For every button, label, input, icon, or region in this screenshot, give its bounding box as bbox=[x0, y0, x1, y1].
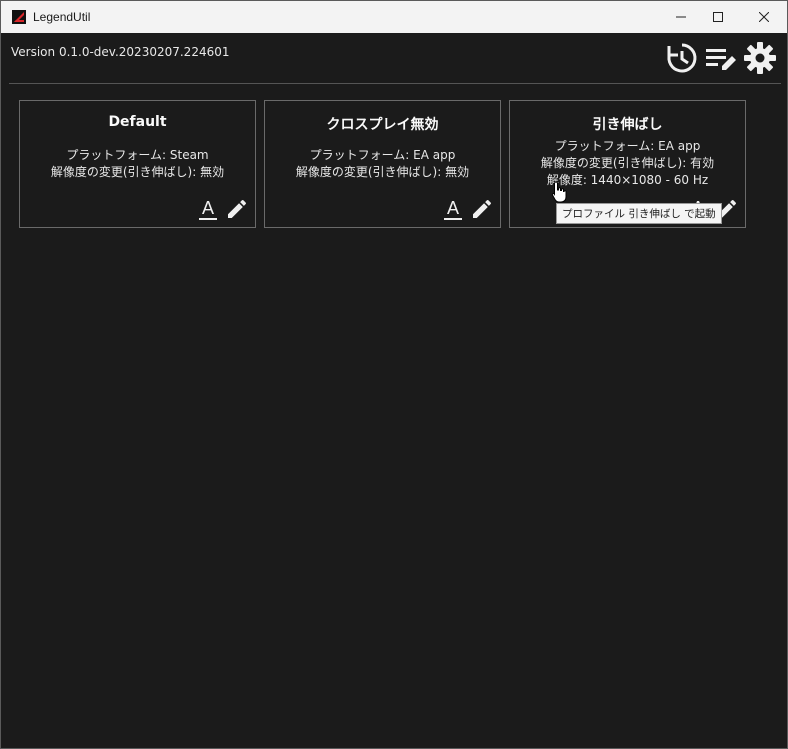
edit-pencil-icon[interactable] bbox=[225, 197, 249, 221]
minimize-button[interactable] bbox=[661, 1, 701, 33]
maximize-icon bbox=[713, 12, 723, 22]
close-icon bbox=[759, 12, 769, 22]
window-title: LegendUtil bbox=[33, 10, 91, 24]
settings-icon[interactable] bbox=[743, 41, 777, 75]
maximize-button[interactable] bbox=[698, 1, 738, 33]
rename-icon[interactable]: A bbox=[441, 197, 465, 221]
profile-title: クロスプレイ無効 bbox=[326, 117, 439, 133]
title-bar[interactable]: LegendUtil bbox=[1, 1, 787, 33]
profile-card-default[interactable]: Default プラットフォーム: Steam 解像度の変更(引き伸ばし): 無… bbox=[19, 100, 256, 228]
app-window: LegendUtil Version 0.1.0-dev.20230207.22… bbox=[0, 0, 788, 749]
header-divider bbox=[9, 83, 781, 84]
profile-stretch: 解像度の変更(引き伸ばし): 有効 bbox=[540, 156, 715, 170]
profile-stretch: 解像度の変更(引き伸ばし): 無効 bbox=[295, 165, 470, 179]
hand-cursor-icon bbox=[551, 181, 567, 203]
profile-title: Default bbox=[108, 114, 167, 130]
svg-text:A: A bbox=[447, 198, 459, 218]
app-logo-icon bbox=[12, 10, 26, 24]
launch-tooltip: プロファイル 引き伸ばし で起動 bbox=[556, 203, 722, 224]
profile-card-no-crossplay[interactable]: クロスプレイ無効 プラットフォーム: EA app 解像度の変更(引き伸ばし):… bbox=[264, 100, 501, 228]
edit-list-icon[interactable] bbox=[704, 41, 738, 75]
profile-stretch: 解像度の変更(引き伸ばし): 無効 bbox=[50, 165, 225, 179]
version-label: Version 0.1.0-dev.20230207.224601 bbox=[11, 45, 230, 59]
profile-resolution: 解像度: 1440×1080 - 60 Hz bbox=[546, 173, 709, 187]
profile-details: プラットフォーム: Steam 解像度の変更(引き伸ばし): 無効 bbox=[20, 147, 255, 181]
minimize-icon bbox=[676, 16, 686, 18]
edit-pencil-icon[interactable] bbox=[470, 197, 494, 221]
rename-icon[interactable]: A bbox=[196, 197, 220, 221]
profile-platform: プラットフォーム: EA app bbox=[554, 139, 701, 153]
profile-platform: プラットフォーム: Steam bbox=[66, 148, 209, 162]
profile-details: プラットフォーム: EA app 解像度の変更(引き伸ばし): 無効 bbox=[265, 147, 500, 181]
history-icon[interactable] bbox=[665, 41, 699, 75]
main-area: Version 0.1.0-dev.20230207.224601 Defaul… bbox=[1, 33, 787, 748]
close-button[interactable] bbox=[744, 1, 784, 33]
profile-title: 引き伸ばし bbox=[592, 117, 663, 133]
profile-details: プラットフォーム: EA app 解像度の変更(引き伸ばし): 有効 解像度: … bbox=[510, 138, 745, 189]
svg-text:A: A bbox=[202, 198, 214, 218]
profile-platform: プラットフォーム: EA app bbox=[309, 148, 456, 162]
